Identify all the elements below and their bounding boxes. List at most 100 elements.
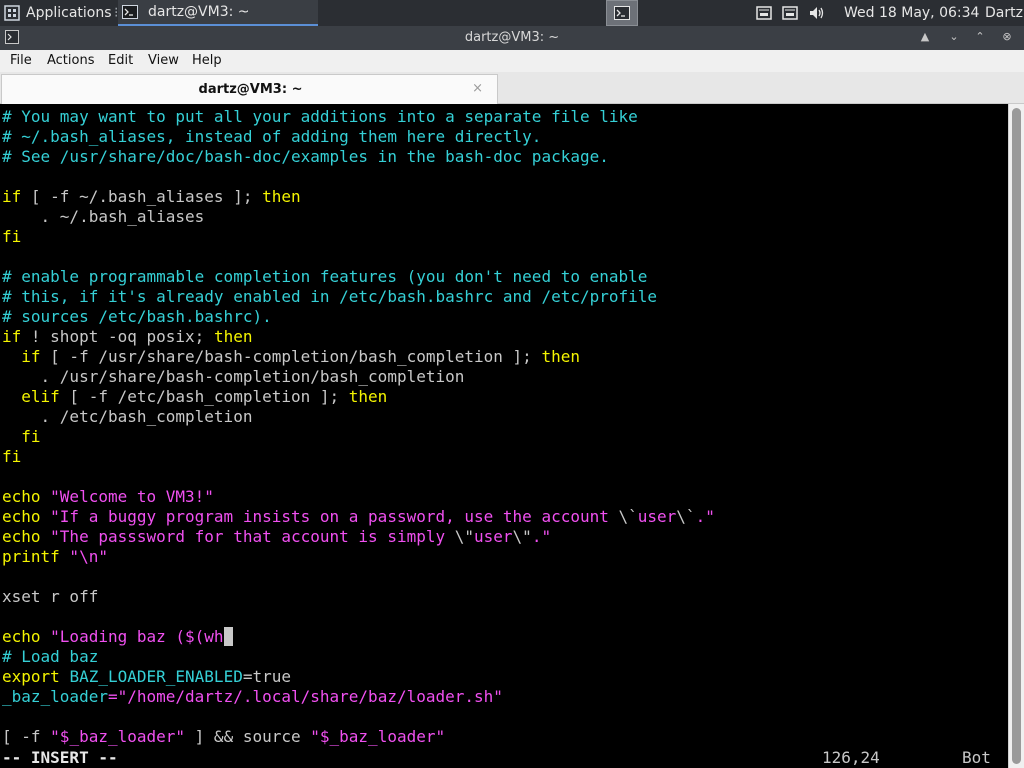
code-token: if	[2, 187, 22, 206]
editor-line: echo "Welcome to VM3!"	[2, 487, 214, 507]
taskbar-button-terminal[interactable]: dartz@VM3: ~	[118, 0, 318, 26]
code-token: # sources /etc/bash.bashrc).	[2, 307, 272, 326]
editor-line: echo "If a buggy program insists on a pa…	[2, 507, 715, 527]
code-token: then	[541, 347, 580, 366]
menu-edit[interactable]: Edit	[108, 53, 133, 68]
terminal-scrollbar[interactable]	[1008, 104, 1024, 768]
code-token: -oq posix;	[98, 327, 214, 346]
code-token: ] &&	[185, 727, 243, 746]
code-token: export	[2, 667, 60, 686]
code-token: . /etc/bash_completion	[2, 407, 253, 426]
code-token: "$_baz_loader"	[300, 727, 446, 746]
window-close-button[interactable]: ⊗	[999, 29, 1015, 45]
scrollbar-thumb[interactable]	[1012, 108, 1021, 764]
tab-close-button[interactable]: ×	[472, 81, 483, 96]
menubar: File Actions Edit View Help	[0, 50, 1024, 72]
editor-line: [ -f "$_baz_loader" ] && source "$_baz_l…	[2, 727, 445, 747]
code-token: \"	[454, 527, 475, 546]
code-token: printf	[2, 547, 60, 566]
tab-terminal[interactable]: dartz@VM3: ~ ×	[1, 74, 498, 104]
code-token: then	[262, 187, 301, 206]
terminal-icon	[614, 6, 630, 20]
code-token: BAZ_LOADER_ENABLED	[69, 667, 243, 686]
tab-label: dartz@VM3: ~	[198, 82, 303, 97]
editor-line: # ~/.bash_aliases, instead of adding the…	[2, 127, 541, 147]
editor-line: # Load baz	[2, 647, 98, 667]
code-token: . /usr/share/bash-completion/bash_comple…	[2, 367, 465, 386]
menu-actions[interactable]: Actions	[47, 53, 95, 68]
window-minimize-button[interactable]: ⌄	[946, 29, 962, 45]
code-token: # See /usr/share/doc/bash-doc/examples i…	[2, 147, 609, 166]
code-token: # You may want to put all your additions…	[2, 107, 638, 126]
editor-line: fi	[2, 227, 21, 247]
code-token: if	[2, 327, 22, 346]
code-token: \"	[512, 527, 532, 546]
applications-icon	[4, 5, 20, 21]
code-token: ."	[531, 527, 552, 546]
code-token: source	[242, 727, 301, 746]
editor-line: # enable programmable completion feature…	[2, 267, 647, 287]
code-token: fi	[2, 447, 22, 466]
code-token: if	[21, 347, 41, 366]
display-icon	[782, 6, 798, 20]
editor-line: echo "The passsword for that account is …	[2, 527, 551, 547]
menu-file[interactable]: File	[10, 53, 32, 68]
editor-line: fi	[2, 427, 40, 447]
user-menu[interactable]: Dartz	[985, 0, 1023, 26]
terminal-view[interactable]: -- INSERT -- 126,24 Bot # You may want t…	[0, 104, 1008, 768]
code-token: [ -f /usr/share/bash-completion/bash_com…	[40, 347, 542, 366]
applications-label: Applications	[26, 5, 112, 21]
editor-line: fi	[2, 447, 21, 467]
terminal-launcher-button[interactable]	[606, 0, 638, 26]
menu-help[interactable]: Help	[192, 53, 222, 68]
editor-line: if [ -f /usr/share/bash-completion/bash_…	[2, 347, 580, 367]
editor-line: if [ -f ~/.bash_aliases ]; then	[2, 187, 301, 207]
editor-line: elif [ -f /etc/bash_completion ]; then	[2, 387, 387, 407]
code-token: elif	[21, 387, 60, 406]
code-token: # Load baz	[2, 647, 99, 666]
keyboard-icon	[756, 6, 772, 20]
code-token: ."	[695, 507, 715, 526]
applications-menu[interactable]: Applications	[4, 0, 112, 26]
editor-line: # sources /etc/bash.bashrc).	[2, 307, 272, 327]
window-shade-button[interactable]: ▲	[917, 29, 933, 45]
code-token: shopt	[50, 327, 99, 346]
tray-display[interactable]	[782, 0, 798, 26]
editor-line: _baz_loader="/home/dartz/.local/share/ba…	[2, 687, 503, 707]
code-token: user	[637, 507, 677, 526]
code-token: [ -f	[2, 727, 51, 746]
editor-line: if ! shopt -oq posix; then	[2, 327, 252, 347]
code-token: !	[21, 327, 51, 346]
tab-strip: dartz@VM3: ~ ×	[0, 72, 1024, 104]
volume-icon	[810, 7, 824, 19]
code-token: [ -f ~/.bash_aliases ];	[21, 187, 263, 206]
editor-line: . ~/.bash_aliases	[2, 207, 205, 227]
code-token: [ -f /etc/bash_completion ];	[59, 387, 349, 406]
menu-view[interactable]: View	[148, 53, 179, 68]
tray-keyboard[interactable]	[756, 0, 772, 26]
cursor-position: 126,24	[822, 748, 880, 767]
editor-line: # this, if it's already enabled in /etc/…	[2, 287, 657, 307]
code-token: # ~/.bash_aliases, instead of adding the…	[2, 127, 542, 146]
editor-line: export BAZ_LOADER_ENABLED=true	[2, 667, 291, 687]
editor-line: printf "\n"	[2, 547, 108, 567]
tray-volume[interactable]	[809, 0, 825, 26]
code-token: then	[348, 387, 388, 406]
window-titlebar[interactable]: dartz@VM3: ~ ▲ ⌄ ⌃ ⊗	[0, 26, 1024, 50]
code-token: then	[213, 327, 253, 346]
code-token: xset r off	[2, 587, 99, 606]
window-maximize-button[interactable]: ⌃	[972, 29, 988, 45]
code-token: . ~/.bash_aliases	[2, 207, 205, 226]
code-token: fi	[2, 227, 22, 246]
editor-line: echo "Loading baz ($(wh	[2, 627, 234, 647]
top-panel: Applications ⁝ dartz@VM3: ~ Wed 18 May, …	[0, 0, 1024, 26]
clock[interactable]: Wed 18 May, 06:34	[844, 0, 979, 26]
code-token: user	[474, 527, 513, 546]
code-token: echo	[2, 487, 41, 506]
editor-line: # See /usr/share/doc/bash-doc/examples i…	[2, 147, 609, 167]
code-token: "Welcome to VM3!"	[40, 487, 214, 506]
